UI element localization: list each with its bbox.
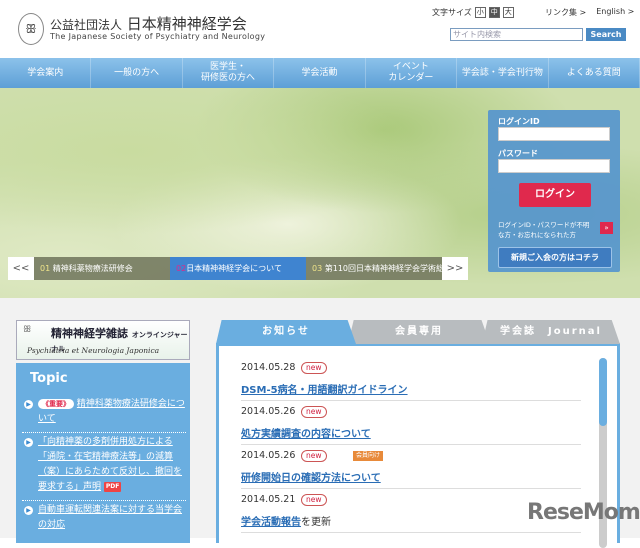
news-link[interactable]: 処方実績調査の内容について xyxy=(241,425,371,440)
new-badge: new xyxy=(301,450,327,462)
tab-members[interactable]: 会員専用 xyxy=(348,320,490,344)
news-link[interactable]: DSM-5病名・用語翻訳ガイドライン xyxy=(241,381,408,396)
font-size-large[interactable]: 大 xyxy=(502,7,514,18)
play-bullet-icon: ▶ xyxy=(24,438,33,447)
resemom-watermark: ReseMom xyxy=(527,500,640,525)
news-date: 2014.05.21 xyxy=(241,494,296,505)
font-size-small[interactable]: 小 xyxy=(474,7,486,18)
login-box: ログインID パスワード ログイン ログインID・パスワードが不明な方・お忘れに… xyxy=(488,110,620,272)
journal-title: 精神神経学雑誌 xyxy=(51,327,128,340)
carousel: << 01 精神科薬物療法研修会 02日本精神神経学会について 03 第110回… xyxy=(8,257,468,280)
topic-box: Topic ▶ 《重要》 精神科薬物療法研修会について ▶ 「向精神薬の多剤併用… xyxy=(16,363,190,543)
news-link[interactable]: 研修開始日の確認方法について xyxy=(241,469,381,484)
new-badge: new xyxy=(301,362,327,374)
tab-journal[interactable]: 学会誌 Journal xyxy=(482,320,620,344)
carousel-next-button[interactable]: >> xyxy=(442,257,468,280)
font-size-label: 文字サイズ xyxy=(432,8,472,17)
online-journal-banner[interactable]: ꕥ 精神神経学雑誌 オンラインジャーナル Psychiatria et Neur… xyxy=(16,320,190,360)
news-link-text[interactable]: 学会活動報告 xyxy=(241,517,301,528)
nav-students-residents[interactable]: 医学生・ 研修医の方へ xyxy=(183,58,275,88)
nav-event-calendar[interactable]: イベント カレンダー xyxy=(366,58,458,88)
links-link[interactable]: リンク集 > xyxy=(545,7,586,18)
carousel-item-active[interactable]: 02日本精神神経学会について xyxy=(170,257,306,280)
org-name: 日本精神神経学会 xyxy=(126,15,247,33)
play-bullet-icon: ▶ xyxy=(24,506,33,515)
carousel-item-label: 第110回日本精神神経学会学術総会 xyxy=(324,264,442,273)
topic-item[interactable]: ▶ 自動車運転関連法案に対する当学会の対応 xyxy=(22,503,186,537)
site-title-english: The Japanese Society of Psychiatry and N… xyxy=(50,32,266,41)
pdf-icon[interactable]: PDF xyxy=(103,481,122,492)
topic-item[interactable]: ▶ 《重要》 精神科薬物療法研修会について xyxy=(22,397,186,433)
carousel-prev-button[interactable]: << xyxy=(8,257,34,280)
search-button[interactable]: Search xyxy=(586,28,626,41)
news-item: 2014.05.26 new 処方実績調査の内容について xyxy=(241,402,581,445)
scrollbar-thumb[interactable] xyxy=(599,358,607,426)
top-links: リンク集 > English > xyxy=(545,7,634,18)
carousel-item-number: 01 xyxy=(40,264,51,273)
login-id-input[interactable] xyxy=(498,127,610,141)
nav-faq[interactable]: よくある質問 xyxy=(549,58,640,88)
register-button[interactable]: 新規ご入会の方はコチラ xyxy=(498,247,612,268)
font-size-control: 文字サイズ 小 中 大 xyxy=(432,7,514,18)
login-id-label: ログインID xyxy=(498,117,540,126)
news-date: 2014.05.28 xyxy=(241,362,296,373)
carousel-item[interactable]: 01 精神科薬物療法研修会 xyxy=(34,257,170,280)
nav-publications[interactable]: 学会誌・学会刊行物 xyxy=(457,58,549,88)
topic-link[interactable]: 自動車運転関連法案に対する当学会の対応 xyxy=(38,505,182,530)
carousel-item[interactable]: 03 第110回日本精神神経学会学術総会 xyxy=(306,257,442,280)
carousel-item-number: 03 xyxy=(312,264,323,273)
journal-logo-icon: ꕥ xyxy=(23,325,32,335)
news-item: 2014.05.28 new DSM-5病名・用語翻訳ガイドライン xyxy=(241,358,581,401)
login-button[interactable]: ログイン xyxy=(519,183,591,207)
carousel-item-label: 精神科薬物療法研修会 xyxy=(52,264,133,273)
topic-item[interactable]: ▶ 「向精神薬の多剤併用処方による「通院・在宅精神療法等」の減算（案）にあらため… xyxy=(22,435,186,501)
font-size-medium[interactable]: 中 xyxy=(488,7,500,18)
play-bullet-icon: ▶ xyxy=(24,400,33,409)
nav-public[interactable]: 一般の方へ xyxy=(91,58,183,88)
tab-bar: お知らせ 会員専用 学会誌 Journal xyxy=(216,320,620,344)
password-label: パスワード xyxy=(498,149,538,158)
forgot-arrow-icon[interactable]: » xyxy=(600,222,613,234)
new-badge: new xyxy=(301,494,327,506)
nav-activities[interactable]: 学会活動 xyxy=(274,58,366,88)
journal-latin-title: Psychiatria et Neurologia Japonica xyxy=(27,346,160,355)
news-date: 2014.05.26 xyxy=(241,406,296,417)
search-input[interactable]: サイト内検索 xyxy=(450,28,583,41)
english-link[interactable]: English > xyxy=(596,7,634,18)
news-suffix: を更新 xyxy=(301,517,331,528)
important-badge: 《重要》 xyxy=(38,399,74,409)
news-item: 2014.05.26 new 会員向け 研修開始日の確認方法について xyxy=(241,446,581,489)
new-badge: new xyxy=(301,406,327,418)
forgot-credentials-link[interactable]: ログインID・パスワードが不明な方・お忘れになられた方 xyxy=(498,220,593,240)
news-link[interactable]: 学会活動報告を更新 xyxy=(241,513,331,528)
nav-about[interactable]: 学会案内 xyxy=(0,58,92,88)
org-prefix: 公益社団法人 xyxy=(50,18,123,32)
password-input[interactable] xyxy=(498,159,610,173)
carousel-item-label: 日本精神神経学会について xyxy=(186,264,282,273)
news-date: 2014.05.26 xyxy=(241,450,296,461)
main-nav: 学会案内 一般の方へ 医学生・ 研修医の方へ 学会活動 イベント カレンダー 学… xyxy=(0,58,640,88)
tab-news[interactable]: お知らせ xyxy=(216,320,356,344)
members-badge: 会員向け xyxy=(353,451,384,461)
site-title[interactable]: 公益社団法人 日本精神神経学会 xyxy=(50,13,247,34)
topic-heading: Topic xyxy=(30,371,68,386)
carousel-item-number: 02 xyxy=(176,264,187,273)
society-logo-icon[interactable]: ꕥ xyxy=(18,13,44,45)
